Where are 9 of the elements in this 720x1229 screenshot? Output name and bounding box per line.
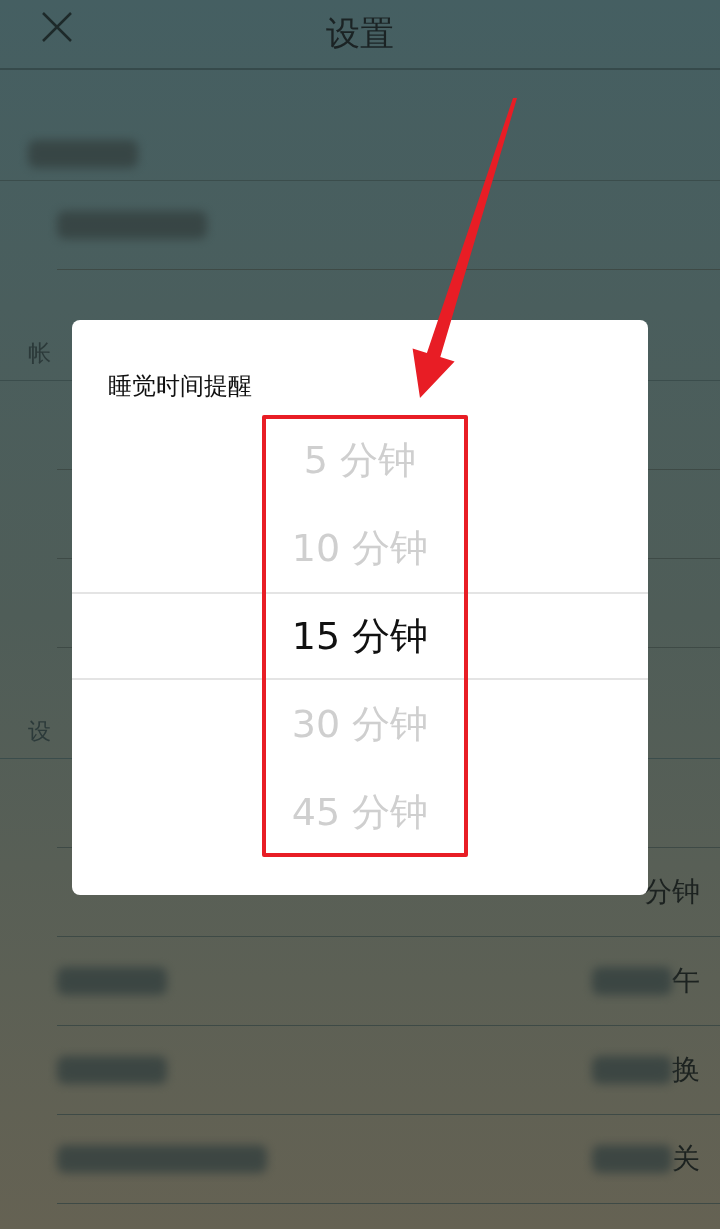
picker-option[interactable]: 15 分钟 [72,592,648,680]
setting-value: 分钟 [644,874,700,910]
page-title: 设置 [326,12,394,55]
close-icon [40,10,74,44]
setting-value: 关 [672,1141,700,1177]
dialog-title: 睡觉时间提醒 [107,372,253,400]
setting-value: 换 [672,1052,700,1088]
setting-value: 午 [672,963,700,999]
close-button[interactable] [40,10,74,44]
